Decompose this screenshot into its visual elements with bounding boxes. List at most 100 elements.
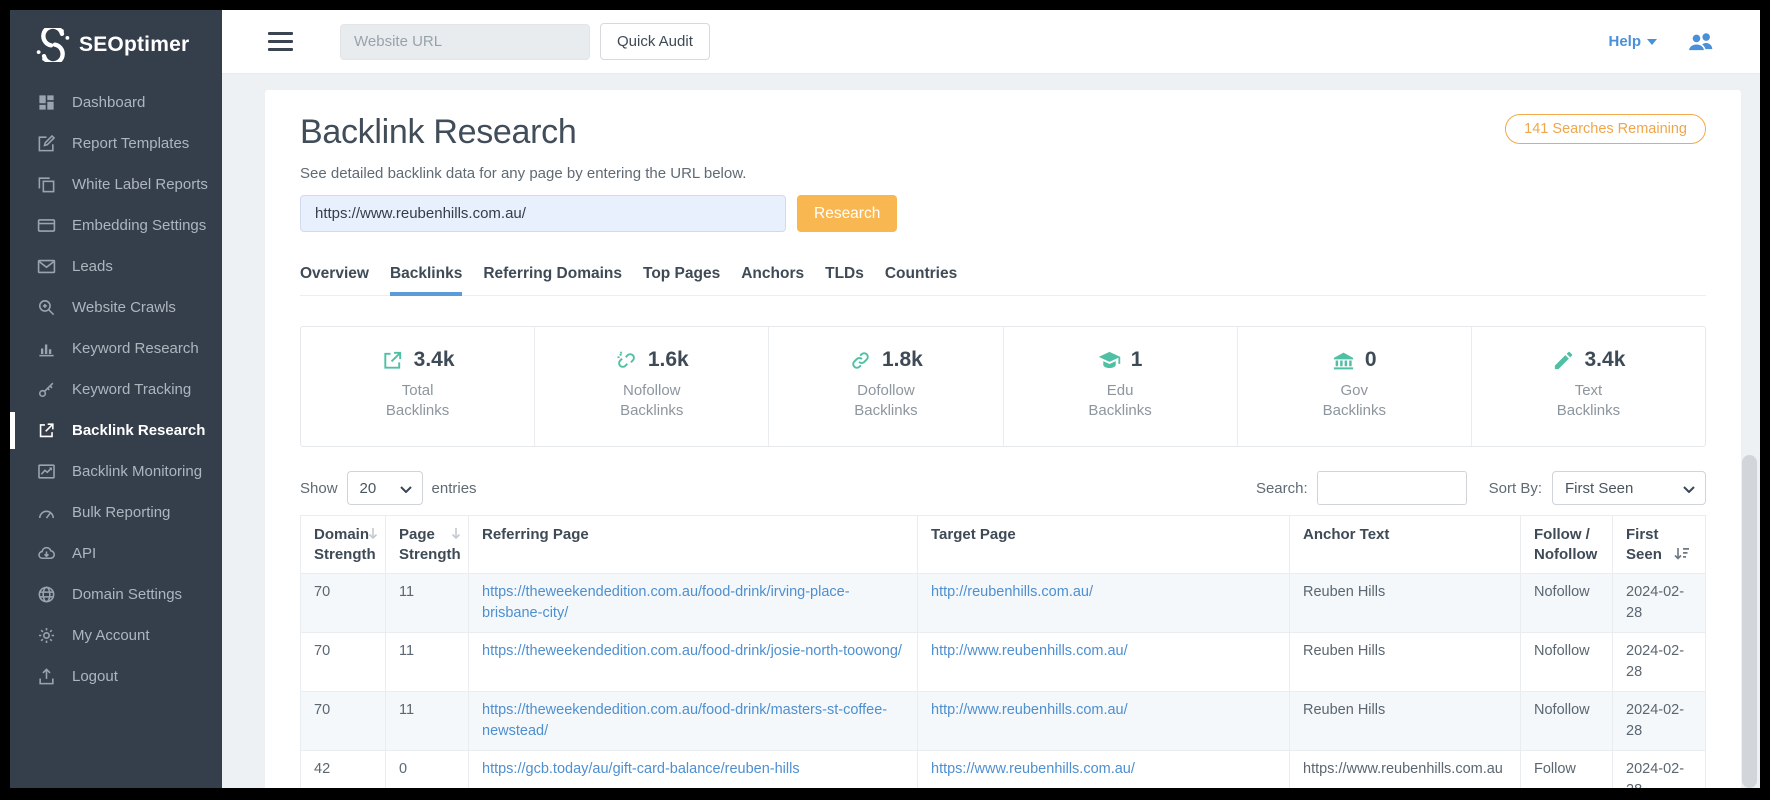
cell-referring-page: https://theweekendedition.com.au/food-dr… <box>469 574 918 633</box>
sidebar-item-label: Leads <box>72 258 113 275</box>
tab-countries[interactable]: Countries <box>885 265 957 296</box>
sidebar-item-backlink-monitoring[interactable]: Backlink Monitoring <box>10 451 222 492</box>
sidebar-item-domain-settings[interactable]: Domain Settings <box>10 574 222 615</box>
table-header-row: Domain Strength Page Strength Referring … <box>301 516 1706 574</box>
sidebar-item-embedding-settings[interactable]: Embedding Settings <box>10 205 222 246</box>
sidebar-item-keyword-tracking[interactable]: Keyword Tracking <box>10 369 222 410</box>
research-url-input[interactable] <box>300 195 786 232</box>
app-window: SEOptimer Dashboard Report Templates Whi… <box>0 0 1770 800</box>
table-controls: Show 20 entries Search: Sort By: First S… <box>300 471 1706 505</box>
column-header-target-page[interactable]: Target Page <box>918 516 1290 574</box>
stat-value: 1.8k <box>882 348 923 372</box>
cell-anchor-text: https://www.reubenhills.com.au <box>1290 751 1521 789</box>
bank-icon <box>1332 349 1355 372</box>
table-search-input[interactable] <box>1317 471 1467 505</box>
table-row: 7011https://theweekendedition.com.au/foo… <box>301 692 1706 751</box>
seoptimer-gear-logo-icon <box>36 28 70 62</box>
external-link-icon <box>37 421 56 440</box>
sidebar-item-logout[interactable]: Logout <box>10 656 222 697</box>
target-page-link[interactable]: http://www.reubenhills.com.au/ <box>931 702 1128 718</box>
page-size-select[interactable]: 20 <box>348 472 422 504</box>
sidebar-item-label: Backlink Monitoring <box>72 463 202 480</box>
cell-page-strength: 11 <box>386 633 469 692</box>
cell-first-seen: 2024-02-28 <box>1613 633 1706 692</box>
column-header-label: Referring Page <box>482 526 589 543</box>
tab-tlds[interactable]: TLDs <box>825 265 864 296</box>
hamburger-menu-icon[interactable] <box>268 32 293 51</box>
help-dropdown[interactable]: Help <box>1608 33 1657 50</box>
sidebar-item-white-label-reports[interactable]: White Label Reports <box>10 164 222 205</box>
column-header-referring-page[interactable]: Referring Page <box>469 516 918 574</box>
tab-anchors[interactable]: Anchors <box>741 265 804 296</box>
quick-audit-button[interactable]: Quick Audit <box>600 23 710 60</box>
sidebar-item-dashboard[interactable]: Dashboard <box>10 82 222 123</box>
caret-down-icon <box>1647 39 1657 45</box>
column-header-page-strength[interactable]: Page Strength <box>386 516 469 574</box>
cell-domain-strength: 70 <box>301 633 386 692</box>
cell-referring-page: https://theweekendedition.com.au/food-dr… <box>469 692 918 751</box>
sidebar-item-my-account[interactable]: My Account <box>10 615 222 656</box>
users-icon[interactable] <box>1685 29 1716 55</box>
sidebar-item-label: Website Crawls <box>72 299 176 316</box>
sidebar-item-label: White Label Reports <box>72 176 208 193</box>
table-row: 420https://gcb.today/au/gift-card-balanc… <box>301 751 1706 789</box>
tab-backlinks[interactable]: Backlinks <box>390 265 462 296</box>
column-header-label: Follow / Nofollow <box>1534 526 1597 563</box>
stat-label: TextBacklinks <box>1472 381 1705 421</box>
referring-page-link[interactable]: https://theweekendedition.com.au/food-dr… <box>482 643 902 659</box>
page-size-select-wrap: 20 <box>347 471 423 505</box>
tab-top-pages[interactable]: Top Pages <box>643 265 720 296</box>
stat-nofollow-backlinks: 1.6k NofollowBacklinks <box>534 327 768 446</box>
column-header-follow-nofollow[interactable]: Follow / Nofollow <box>1521 516 1613 574</box>
referring-page-link[interactable]: https://theweekendedition.com.au/food-dr… <box>482 702 887 739</box>
stat-dofollow-backlinks: 1.8k DofollowBacklinks <box>768 327 1002 446</box>
target-page-link[interactable]: https://www.reubenhills.com.au/ <box>931 761 1135 777</box>
brand-logo: SEOptimer <box>10 10 222 76</box>
website-url-input[interactable] <box>340 24 590 60</box>
table-body: 7011 https://theweekendedition.com.au/foo… <box>301 574 1706 789</box>
sort-by-select[interactable]: First Seen <box>1553 472 1705 504</box>
stat-label: NofollowBacklinks <box>535 381 768 421</box>
research-button[interactable]: Research <box>797 195 897 232</box>
referring-page-link[interactable]: https://theweekendedition.com.au/food-dr… <box>482 584 850 621</box>
envelope-icon <box>37 257 56 276</box>
column-header-anchor-text[interactable]: Anchor Text <box>1290 516 1521 574</box>
tab-overview[interactable]: Overview <box>300 265 369 296</box>
sidebar-item-api[interactable]: API <box>10 533 222 574</box>
vertical-scrollbar-thumb[interactable] <box>1742 455 1757 788</box>
unlink-icon <box>615 349 638 372</box>
column-header-label: First Seen <box>1626 526 1662 563</box>
bar-chart-icon <box>37 339 56 358</box>
search-label: Search: <box>1256 480 1308 497</box>
sort-down-icon <box>368 527 378 540</box>
sidebar-item-website-crawls[interactable]: Website Crawls <box>10 287 222 328</box>
stat-label: GovBacklinks <box>1238 381 1471 421</box>
stat-gov-backlinks: 0 GovBacklinks <box>1237 327 1471 446</box>
stat-label: EduBacklinks <box>1004 381 1237 421</box>
referring-page-link[interactable]: https://gcb.today/au/gift-card-balance/r… <box>482 761 800 777</box>
column-header-domain-strength[interactable]: Domain Strength <box>301 516 386 574</box>
cell-follow: Nofollow <box>1521 633 1613 692</box>
searches-remaining-badge: 141 Searches Remaining <box>1505 114 1706 144</box>
target-page-link[interactable]: http://www.reubenhills.com.au/ <box>931 643 1128 659</box>
sidebar-item-bulk-reporting[interactable]: Bulk Reporting <box>10 492 222 533</box>
sidebar-item-backlink-research[interactable]: Backlink Research <box>10 410 222 451</box>
tab-referring-domains[interactable]: Referring Domains <box>483 265 622 296</box>
sidebar-item-leads[interactable]: Leads <box>10 246 222 287</box>
page-title: Backlink Research <box>300 112 576 152</box>
sidebar-item-report-templates[interactable]: Report Templates <box>10 123 222 164</box>
column-header-first-seen[interactable]: First Seen <box>1613 516 1706 574</box>
sort-amount-desc-icon <box>1674 547 1689 560</box>
cell-target-page: https://www.reubenhills.com.au/ <box>918 751 1290 789</box>
table-row: 7011 https://theweekendedition.com.au/foo… <box>301 633 1706 692</box>
cell-referring-page: https://theweekendedition.com.au/food-dr… <box>469 633 918 692</box>
cell-follow: Follow <box>1521 751 1613 789</box>
sidebar-item-keyword-research[interactable]: Keyword Research <box>10 328 222 369</box>
sort-select-wrap: First Seen <box>1552 471 1706 505</box>
copy-icon <box>37 175 56 194</box>
sidebar: SEOptimer Dashboard Report Templates Whi… <box>10 10 222 788</box>
sort-by-label: Sort By: <box>1489 480 1542 497</box>
target-page-link[interactable]: http://reubenhills.com.au/ <box>931 584 1093 600</box>
sidebar-menu: Dashboard Report Templates White Label R… <box>10 82 222 697</box>
page-subtitle: See detailed backlink data for any page … <box>300 165 1706 182</box>
